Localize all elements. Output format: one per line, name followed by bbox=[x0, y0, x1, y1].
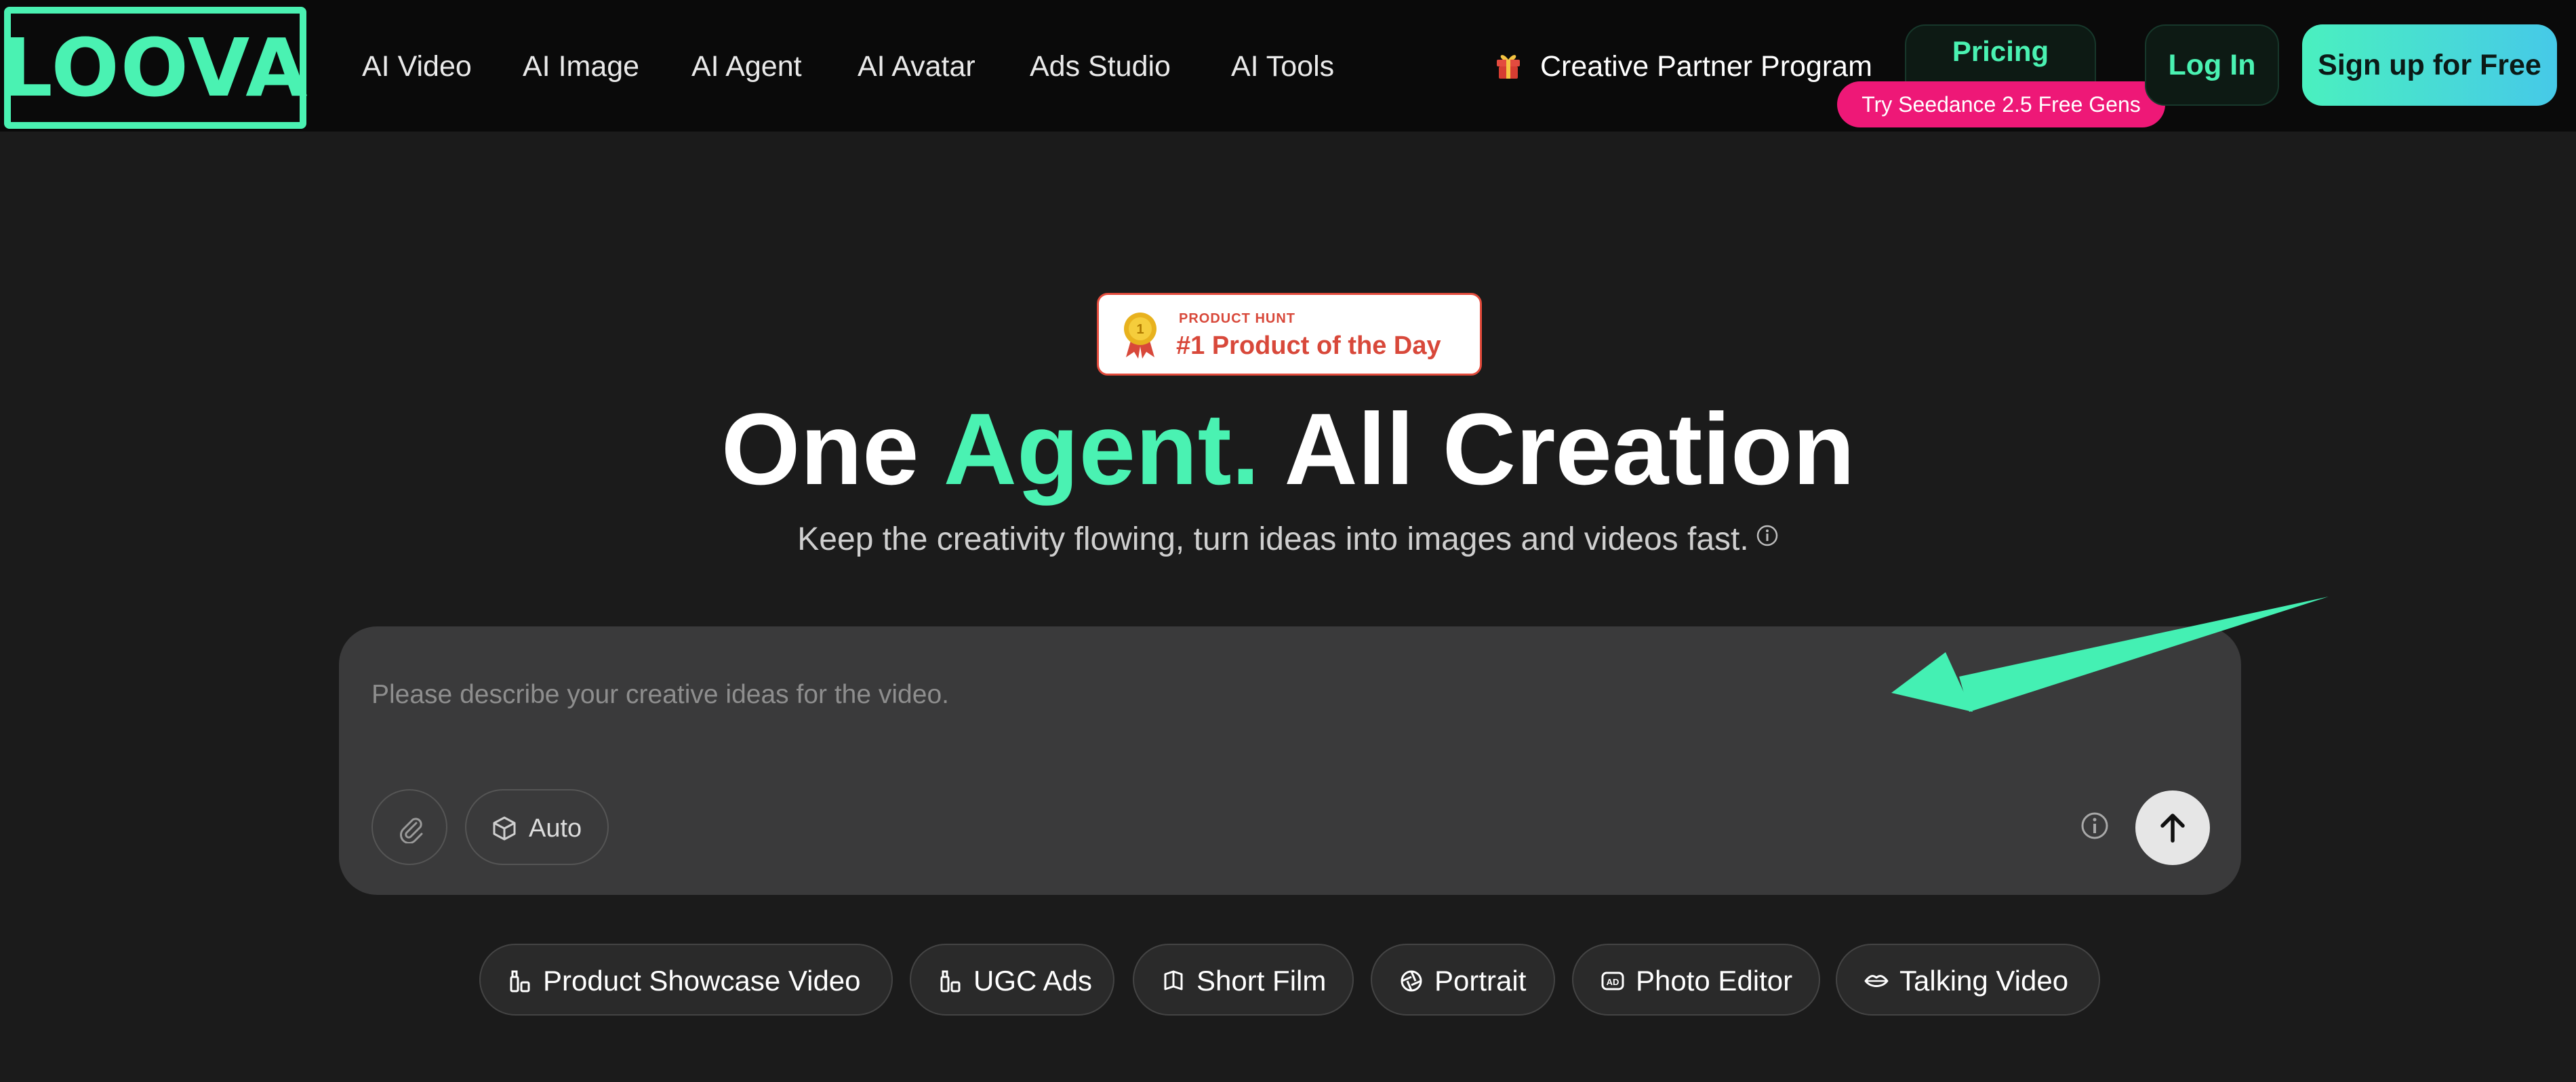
ad-icon: AD bbox=[1601, 971, 1624, 990]
chip-label: Talking Video bbox=[1899, 965, 2069, 997]
send-button[interactable] bbox=[2135, 790, 2210, 865]
film-icon bbox=[1164, 970, 1183, 990]
paperclip-icon bbox=[400, 818, 423, 843]
gift-icon bbox=[1497, 55, 1520, 79]
nav-item-ai-tools[interactable]: AI Tools bbox=[1231, 47, 1334, 85]
chip-label: UGC Ads bbox=[973, 965, 1093, 997]
bottles-icon bbox=[940, 970, 961, 993]
nav-item-ai-video[interactable]: AI Video bbox=[362, 47, 472, 85]
chip-label: Product Showcase Video bbox=[543, 965, 861, 997]
svg-text:1: 1 bbox=[1136, 322, 1144, 337]
hero-title: One Agent. All Creation bbox=[0, 395, 2576, 503]
nav-item-ads-studio[interactable]: Ads Studio bbox=[1030, 47, 1171, 85]
chip-product-showcase-video[interactable]: Product Showcase Video bbox=[479, 944, 893, 1016]
nav-item-ai-avatar[interactable]: AI Avatar bbox=[858, 47, 975, 85]
prompt-input[interactable] bbox=[371, 664, 1863, 725]
chip-ugc-ads[interactable]: UGC Ads bbox=[910, 944, 1114, 1016]
mode-selector-auto[interactable]: Auto bbox=[465, 789, 609, 865]
logo[interactable]: LOOVA bbox=[1, 7, 309, 129]
hero-title-part1: One bbox=[721, 392, 944, 506]
lips-icon bbox=[1864, 975, 1889, 987]
chip-talking-video[interactable]: Talking Video bbox=[1836, 944, 2100, 1016]
aperture-icon bbox=[1401, 970, 1422, 992]
pricing-label: Pricing bbox=[1952, 35, 2049, 67]
attach-button[interactable] bbox=[371, 789, 447, 865]
promo-badge[interactable]: Try Seedance 2.5 Free Gens bbox=[1837, 81, 2165, 127]
nav-item-ai-image[interactable]: AI Image bbox=[523, 47, 639, 85]
chip-photo-editor[interactable]: AD Photo Editor bbox=[1572, 944, 1820, 1016]
chip-label: Photo Editor bbox=[1636, 965, 1793, 997]
hero-subtitle-text: Keep the creativity flowing, turn ideas … bbox=[797, 521, 1749, 557]
top-navigation-bar: LOOVA AI Video AI Image AI Agent AI Avat… bbox=[0, 0, 2576, 132]
medal-icon: 1 bbox=[1124, 313, 1156, 359]
nav-item-ai-agent[interactable]: AI Agent bbox=[691, 47, 802, 85]
chip-portrait[interactable]: Portrait bbox=[1371, 944, 1555, 1016]
annotation-arrow-icon bbox=[1891, 597, 2329, 712]
chip-label: Portrait bbox=[1434, 965, 1527, 997]
hero-title-part2: All Creation bbox=[1260, 392, 1855, 506]
signup-button[interactable]: Sign up for Free bbox=[2302, 24, 2557, 106]
arrow-up-icon bbox=[2160, 814, 2185, 843]
svg-text:AD: AD bbox=[1607, 977, 1619, 987]
chip-label: Short Film bbox=[1196, 965, 1327, 997]
cube-icon bbox=[493, 816, 516, 841]
chip-short-film[interactable]: Short Film bbox=[1133, 944, 1354, 1016]
creative-partner-program-link[interactable]: Creative Partner Program bbox=[1540, 47, 1872, 85]
info-icon[interactable] bbox=[1756, 524, 1779, 547]
hero-title-accent: Agent. bbox=[943, 392, 1260, 506]
product-hunt-title: #1 Product of the Day bbox=[1176, 332, 1441, 360]
info-icon[interactable] bbox=[2080, 811, 2110, 841]
bottles-icon bbox=[510, 970, 530, 993]
mode-label: Auto bbox=[529, 814, 582, 843]
logo-text: LOOVA bbox=[1, 21, 309, 115]
hero-subtitle: Keep the creativity flowing, turn ideas … bbox=[0, 519, 2576, 560]
login-button[interactable]: Log In bbox=[2145, 24, 2279, 106]
product-hunt-badge[interactable]: 1 PRODUCT HUNT #1 Product of the Day bbox=[1097, 293, 1482, 376]
product-hunt-label: PRODUCT HUNT bbox=[1179, 311, 1295, 326]
